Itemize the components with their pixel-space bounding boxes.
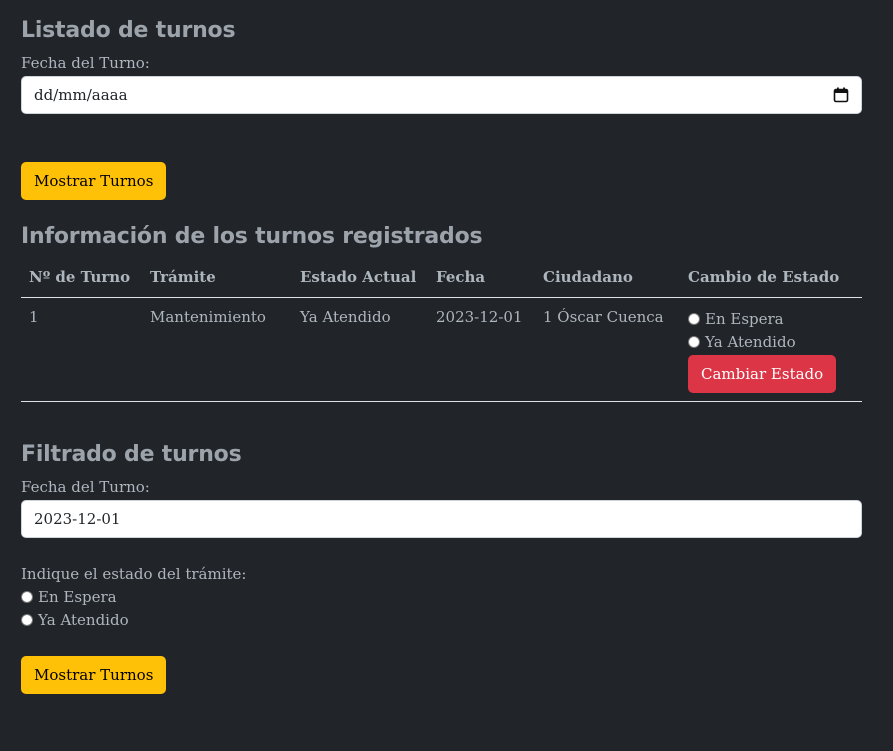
cell-estado: Ya Atendido [292, 297, 428, 402]
radio-espera[interactable] [688, 313, 700, 325]
radio-espera-label: En Espera [705, 309, 784, 328]
row-radio-atendido[interactable]: Ya Atendido [688, 331, 854, 354]
listado-date-value: dd/mm/aaaa [34, 86, 128, 104]
header-tramite: Trámite [142, 257, 292, 298]
radio-atendido[interactable] [688, 336, 700, 348]
header-numero: Nº de Turno [21, 257, 142, 298]
filtrado-estado-label: Indique el estado del trámite: [21, 564, 247, 583]
filtrado-title: Filtrado de turnos [21, 441, 242, 467]
radio-atendido-label: Ya Atendido [705, 332, 796, 351]
filtrado-radio-espera-label: En Espera [38, 587, 117, 606]
cell-cambio: En Espera Ya Atendido Cambiar Estado [680, 297, 862, 402]
cell-fecha: 2023-12-01 [428, 297, 535, 402]
listado-title: Listado de turnos [21, 18, 236, 43]
filtrado-date-input[interactable]: 2023-12-01 [21, 499, 862, 538]
filtrado-radio-atendido[interactable] [21, 614, 33, 626]
filtrado-mostrar-button[interactable]: Mostrar Turnos [21, 655, 167, 694]
filtrado-date-label: Fecha del Turno: [21, 477, 150, 496]
calendar-icon[interactable] [833, 87, 849, 103]
page: Listado de turnos Fecha del Turno: dd/mm… [0, 0, 893, 694]
table-header-row: Nº de Turno Trámite Estado Actual Fecha … [21, 257, 862, 298]
cell-tramite: Mantenimiento [142, 297, 292, 402]
row-radio-espera[interactable]: En Espera [688, 308, 854, 331]
listado-date-input[interactable]: dd/mm/aaaa [21, 76, 862, 114]
filtrado-radio-espera-row[interactable]: En Espera [21, 586, 862, 609]
filtrado-radio-espera[interactable] [21, 591, 33, 603]
filtrado-date-value: 2023-12-01 [34, 509, 121, 528]
listado-mostrar-button[interactable]: Mostrar Turnos [21, 162, 167, 200]
cell-numero: 1 [21, 297, 142, 402]
info-title: Información de los turnos registrados [21, 224, 483, 249]
header-cambio: Cambio de Estado [680, 257, 862, 298]
turnos-table: Nº de Turno Trámite Estado Actual Fecha … [21, 257, 862, 402]
cambiar-estado-button[interactable]: Cambiar Estado [688, 354, 837, 393]
header-ciudadano: Ciudadano [535, 257, 680, 298]
listado-date-label: Fecha del Turno: [21, 54, 150, 72]
filtrado-radio-atendido-row[interactable]: Ya Atendido [21, 609, 862, 632]
filtrado-radio-atendido-label: Ya Atendido [38, 610, 129, 629]
header-fecha: Fecha [428, 257, 535, 298]
table-row: 1 Mantenimiento Ya Atendido 2023-12-01 1… [21, 297, 862, 402]
cell-ciudadano: 1 Óscar Cuenca [535, 297, 680, 402]
header-estado: Estado Actual [292, 257, 428, 298]
